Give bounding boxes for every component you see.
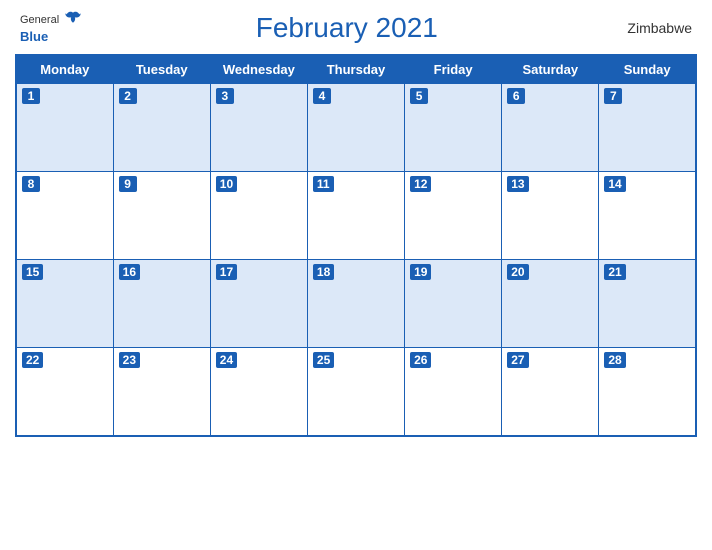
day-28: 28 — [599, 348, 696, 436]
day-23: 23 — [113, 348, 210, 436]
day-10: 10 — [210, 172, 307, 260]
day-4: 4 — [307, 84, 404, 172]
day-22: 22 — [16, 348, 113, 436]
week-row-3: 15 16 17 18 19 20 21 — [16, 260, 696, 348]
header-wednesday: Wednesday — [210, 55, 307, 84]
day-6: 6 — [502, 84, 599, 172]
week-row-2: 8 9 10 11 12 13 14 — [16, 172, 696, 260]
day-27: 27 — [502, 348, 599, 436]
country-label: Zimbabwe — [612, 20, 692, 36]
day-19: 19 — [405, 260, 502, 348]
calendar-title: February 2021 — [82, 12, 612, 44]
logo-general: General — [20, 10, 82, 28]
day-25: 25 — [307, 348, 404, 436]
calendar-header: General Blue February 2021 Zimbabwe — [15, 10, 697, 46]
day-1: 1 — [16, 84, 113, 172]
bird-icon — [64, 10, 82, 28]
header-friday: Friday — [405, 55, 502, 84]
day-24: 24 — [210, 348, 307, 436]
day-7: 7 — [599, 84, 696, 172]
day-13: 13 — [502, 172, 599, 260]
header-tuesday: Tuesday — [113, 55, 210, 84]
week-row-1: 1 2 3 4 5 6 7 — [16, 84, 696, 172]
logo-area: General Blue — [20, 10, 82, 46]
calendar-container: General Blue February 2021 Zimbabwe Mond… — [0, 0, 712, 550]
header-monday: Monday — [16, 55, 113, 84]
day-2: 2 — [113, 84, 210, 172]
day-12: 12 — [405, 172, 502, 260]
day-18: 18 — [307, 260, 404, 348]
day-11: 11 — [307, 172, 404, 260]
calendar-grid: Monday Tuesday Wednesday Thursday Friday… — [15, 54, 697, 437]
week-row-4: 22 23 24 25 26 27 28 — [16, 348, 696, 436]
header-saturday: Saturday — [502, 55, 599, 84]
weekday-header-row: Monday Tuesday Wednesday Thursday Friday… — [16, 55, 696, 84]
header-thursday: Thursday — [307, 55, 404, 84]
day-3: 3 — [210, 84, 307, 172]
day-21: 21 — [599, 260, 696, 348]
logo-blue-text: Blue — [20, 28, 48, 46]
day-20: 20 — [502, 260, 599, 348]
day-17: 17 — [210, 260, 307, 348]
header-sunday: Sunday — [599, 55, 696, 84]
day-9: 9 — [113, 172, 210, 260]
day-14: 14 — [599, 172, 696, 260]
day-5: 5 — [405, 84, 502, 172]
day-16: 16 — [113, 260, 210, 348]
day-26: 26 — [405, 348, 502, 436]
day-8: 8 — [16, 172, 113, 260]
day-15: 15 — [16, 260, 113, 348]
title-area: February 2021 — [82, 12, 612, 44]
